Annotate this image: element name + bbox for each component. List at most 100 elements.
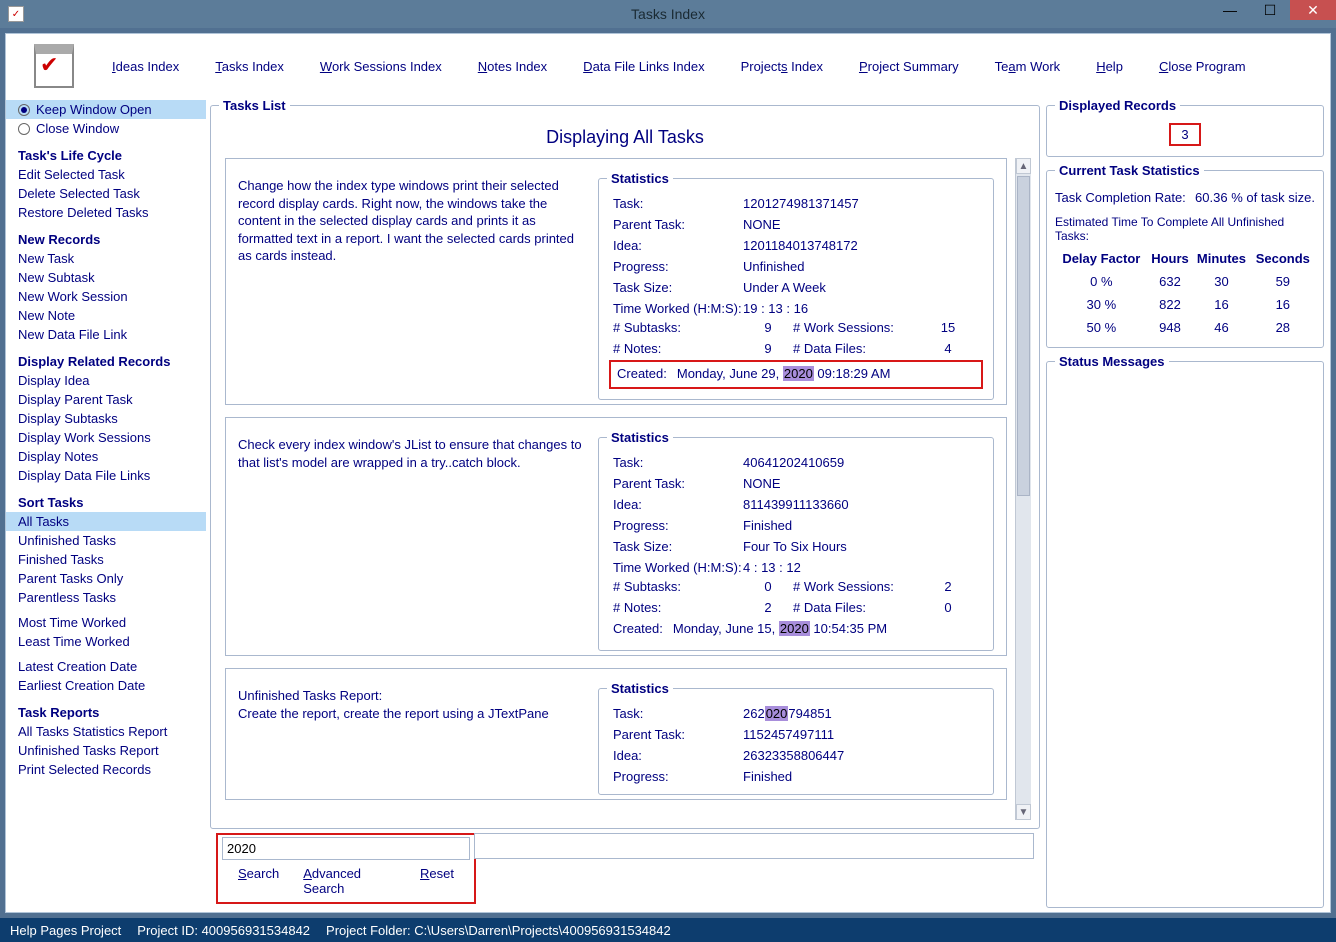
est-cell: 50 % <box>1055 316 1148 339</box>
menu-work-sessions-index[interactable]: Work Sessions Index <box>320 59 442 74</box>
stats-legend: Statistics <box>607 430 673 445</box>
est-col-header: Delay Factor <box>1055 247 1148 270</box>
progress-value: Finished <box>743 518 979 533</box>
main-toolbar: Ideas Index Tasks Index Work Sessions Inde… <box>6 34 1330 94</box>
sidebar-item-new-note[interactable]: New Note <box>6 306 206 325</box>
sidebar-item-new-work-session[interactable]: New Work Session <box>6 287 206 306</box>
app-logo-icon <box>34 44 74 88</box>
parent-task-label: Parent Task: <box>613 217 743 232</box>
sidebar-item-parentless-tasks[interactable]: Parentless Tasks <box>6 588 206 607</box>
tasks-list-panel: Tasks List Displaying All Tasks Change h… <box>210 98 1040 829</box>
notes-value: 2 <box>743 600 793 615</box>
idea-value: 26323358806447 <box>743 748 979 763</box>
advanced-search-button[interactable]: Advanced Search <box>303 866 396 896</box>
idea-value: 811439911133660 <box>743 497 979 512</box>
notes-value: 9 <box>743 341 793 356</box>
sidebar-item-display-work-sessions[interactable]: Display Work Sessions <box>6 428 206 447</box>
idea-label: Idea: <box>613 238 743 253</box>
task-size-label: Task Size: <box>613 280 743 295</box>
est-cell: 30 <box>1192 270 1250 293</box>
sidebar-item-all-tasks[interactable]: All Tasks <box>6 512 206 531</box>
menu-project-summary[interactable]: Project Summary <box>859 59 959 74</box>
est-cell: 822 <box>1148 293 1193 316</box>
reset-button[interactable]: Reset <box>420 866 454 896</box>
scroll-thumb[interactable] <box>1017 176 1030 496</box>
menu-close-program[interactable]: Close Program <box>1159 59 1246 74</box>
task-size-value: Under A Week <box>743 280 979 295</box>
sidebar-item-unfinished-tasks[interactable]: Unfinished Tasks <box>6 531 206 550</box>
sidebar-item-display-data-file-links[interactable]: Display Data File Links <box>6 466 206 485</box>
datafiles-value: 4 <box>923 341 973 356</box>
sidebar-item-delete-selected-task[interactable]: Delete Selected Task <box>6 184 206 203</box>
title-bar: ✓ Tasks Index — ☐ ✕ <box>0 0 1336 28</box>
sidebar-item-display-notes[interactable]: Display Notes <box>6 447 206 466</box>
sidebar-header: Task's Life Cycle <box>6 138 206 165</box>
scroll-up-icon[interactable]: ▲ <box>1016 158 1031 174</box>
sidebar-item-edit-selected-task[interactable]: Edit Selected Task <box>6 165 206 184</box>
scroll-down-icon[interactable]: ▼ <box>1016 804 1031 820</box>
sidebar-item-parent-tasks-only[interactable]: Parent Tasks Only <box>6 569 206 588</box>
window-title: Tasks Index <box>631 6 705 22</box>
subtasks-value: 0 <box>743 579 793 594</box>
maximize-button[interactable]: ☐ <box>1250 0 1290 20</box>
sidebar-item-display-idea[interactable]: Display Idea <box>6 371 206 390</box>
sidebar-item-display-subtasks[interactable]: Display Subtasks <box>6 409 206 428</box>
worksessions-value: 15 <box>923 320 973 335</box>
est-row: 30 %8221616 <box>1055 293 1315 316</box>
progress-value: Unfinished <box>743 259 979 274</box>
stats-legend: Statistics <box>607 171 673 186</box>
task-statistics: StatisticsTask:1201274981371457Parent Ta… <box>598 171 994 400</box>
sidebar-item-least-time-worked[interactable]: Least Time Worked <box>6 632 206 651</box>
subtasks-value: 9 <box>743 320 793 335</box>
sidebar-item-unfinished-tasks-report[interactable]: Unfinished Tasks Report <box>6 741 206 760</box>
radio-close-window[interactable]: Close Window <box>6 119 206 138</box>
task-card[interactable]: Unfinished Tasks Report:Create the repor… <box>225 668 1007 800</box>
search-input[interactable] <box>222 837 470 860</box>
menu-help[interactable]: Help <box>1096 59 1123 74</box>
parent-task-value: 1152457497111 <box>743 727 979 742</box>
menu-team-work[interactable]: Team Work <box>995 59 1061 74</box>
sidebar-item-most-time-worked[interactable]: Most Time Worked <box>6 613 206 632</box>
menu-notes-index[interactable]: Notes Index <box>478 59 547 74</box>
parent-task-label: Parent Task: <box>613 476 743 491</box>
task-statistics: StatisticsTask:262020794851Parent Task:1… <box>598 681 994 795</box>
radio-keep-window-open[interactable]: Keep Window Open <box>6 100 206 119</box>
sidebar-item-print-selected-records[interactable]: Print Selected Records <box>6 760 206 779</box>
progress-label: Progress: <box>613 518 743 533</box>
sidebar-item-earliest-creation-date[interactable]: Earliest Creation Date <box>6 676 206 695</box>
sidebar-item-restore-deleted-tasks[interactable]: Restore Deleted Tasks <box>6 203 206 222</box>
search-input-extension[interactable] <box>474 833 1034 859</box>
idea-label: Idea: <box>613 748 743 763</box>
search-button[interactable]: Search <box>238 866 279 896</box>
task-id-label: Task: <box>613 455 743 470</box>
est-row: 50 %9484628 <box>1055 316 1315 339</box>
menu-data-file-links-index[interactable]: Data File Links Index <box>583 59 704 74</box>
sidebar-item-finished-tasks[interactable]: Finished Tasks <box>6 550 206 569</box>
sidebar-item-display-parent-task[interactable]: Display Parent Task <box>6 390 206 409</box>
menu-tasks-index[interactable]: Tasks Index <box>215 59 284 74</box>
est-col-header: Seconds <box>1251 247 1315 270</box>
sidebar-item-new-task[interactable]: New Task <box>6 249 206 268</box>
radio-label: Close Window <box>36 121 119 136</box>
tasks-scrollbar[interactable]: ▲ ▼ <box>1015 158 1031 820</box>
time-worked-label: Time Worked (H:M:S): <box>613 301 743 316</box>
minimize-button[interactable]: — <box>1210 0 1250 20</box>
idea-label: Idea: <box>613 497 743 512</box>
worksessions-label: # Work Sessions: <box>793 579 923 594</box>
menu-projects-index[interactable]: Projects Index <box>741 59 823 74</box>
sidebar-item-new-subtask[interactable]: New Subtask <box>6 268 206 287</box>
sidebar-item-all-tasks-statistics-report[interactable]: All Tasks Statistics Report <box>6 722 206 741</box>
stats-legend: Statistics <box>607 681 673 696</box>
close-window-button[interactable]: ✕ <box>1290 0 1336 20</box>
current-task-statistics-panel: Current Task Statistics Task Completion … <box>1046 163 1324 348</box>
parent-task-label: Parent Task: <box>613 727 743 742</box>
search-highlight-box: Search Advanced Search Reset <box>216 833 476 904</box>
rate-label: Task Completion Rate: <box>1055 190 1186 205</box>
task-card[interactable]: Change how the index type windows print … <box>225 158 1007 405</box>
progress-value: Finished <box>743 769 979 784</box>
parent-task-value: NONE <box>743 476 979 491</box>
task-card[interactable]: Check every index window's JList to ensu… <box>225 417 1007 656</box>
sidebar-item-latest-creation-date[interactable]: Latest Creation Date <box>6 657 206 676</box>
menu-ideas-index[interactable]: Ideas Index <box>112 59 179 74</box>
sidebar-item-new-data-file-link[interactable]: New Data File Link <box>6 325 206 344</box>
